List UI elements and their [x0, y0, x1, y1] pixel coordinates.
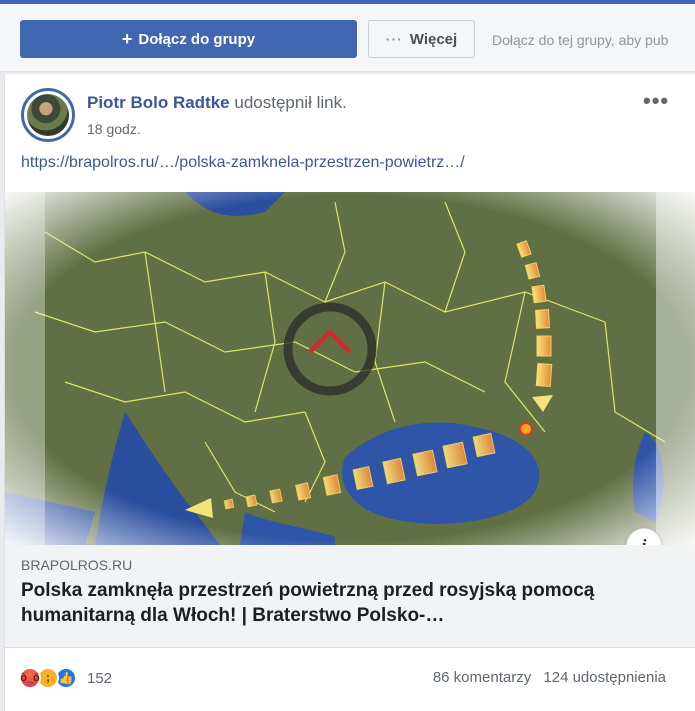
- post-footer: ò_ó ; 👍 152 86 komentarzy 124 udostępnie…: [5, 648, 695, 711]
- map-image: [5, 192, 695, 545]
- plus-icon: +: [121, 28, 133, 49]
- ellipsis-icon: ···: [385, 31, 403, 47]
- post-timestamp[interactable]: 18 godz.: [87, 121, 141, 137]
- comments-count-link[interactable]: 86 komentarzy: [433, 669, 531, 686]
- join-hint-text: Dołącz do tej grupy, aby pub: [492, 32, 669, 48]
- post-action-text: udostępnił link.: [234, 93, 347, 112]
- group-join-bar: + Dołącz do grupy ··· Więcej Dołącz do t…: [0, 4, 695, 72]
- preview-domain: BRAPOLROS.RU: [21, 557, 133, 573]
- shares-count-link[interactable]: 124 udostępnienia: [543, 669, 666, 686]
- post-header: Piotr Bolo Radtke udostępnił link.: [87, 93, 347, 113]
- author-name-link[interactable]: Piotr Bolo Radtke: [87, 93, 230, 112]
- more-button[interactable]: ··· Więcej: [368, 20, 475, 58]
- join-group-button[interactable]: + Dołącz do grupy: [20, 20, 357, 58]
- avatar-photo: [27, 94, 69, 136]
- more-options-icon[interactable]: •••: [643, 88, 669, 114]
- engagement-stats: 86 komentarzy 124 udostępnienia: [433, 669, 666, 686]
- post-card: Piotr Bolo Radtke udostępnił link. 18 go…: [4, 74, 695, 711]
- link-preview-image[interactable]: i: [5, 192, 695, 545]
- reaction-summary[interactable]: ò_ó ; 👍 152: [19, 667, 112, 689]
- shared-url-link[interactable]: https://brapolros.ru/…/polska-zamknela-p…: [21, 154, 465, 172]
- more-label: Więcej: [409, 30, 458, 48]
- angry-reaction-icon: ò_ó: [19, 667, 41, 689]
- link-preview-caption[interactable]: BRAPOLROS.RU Polska zamknęła przestrzeń …: [5, 545, 695, 648]
- preview-title[interactable]: Polska zamknęła przestrzeń powietrzną pr…: [21, 578, 671, 628]
- reaction-count: 152: [87, 669, 113, 687]
- join-group-label: Dołącz do grupy: [138, 30, 256, 48]
- author-avatar[interactable]: [21, 88, 75, 142]
